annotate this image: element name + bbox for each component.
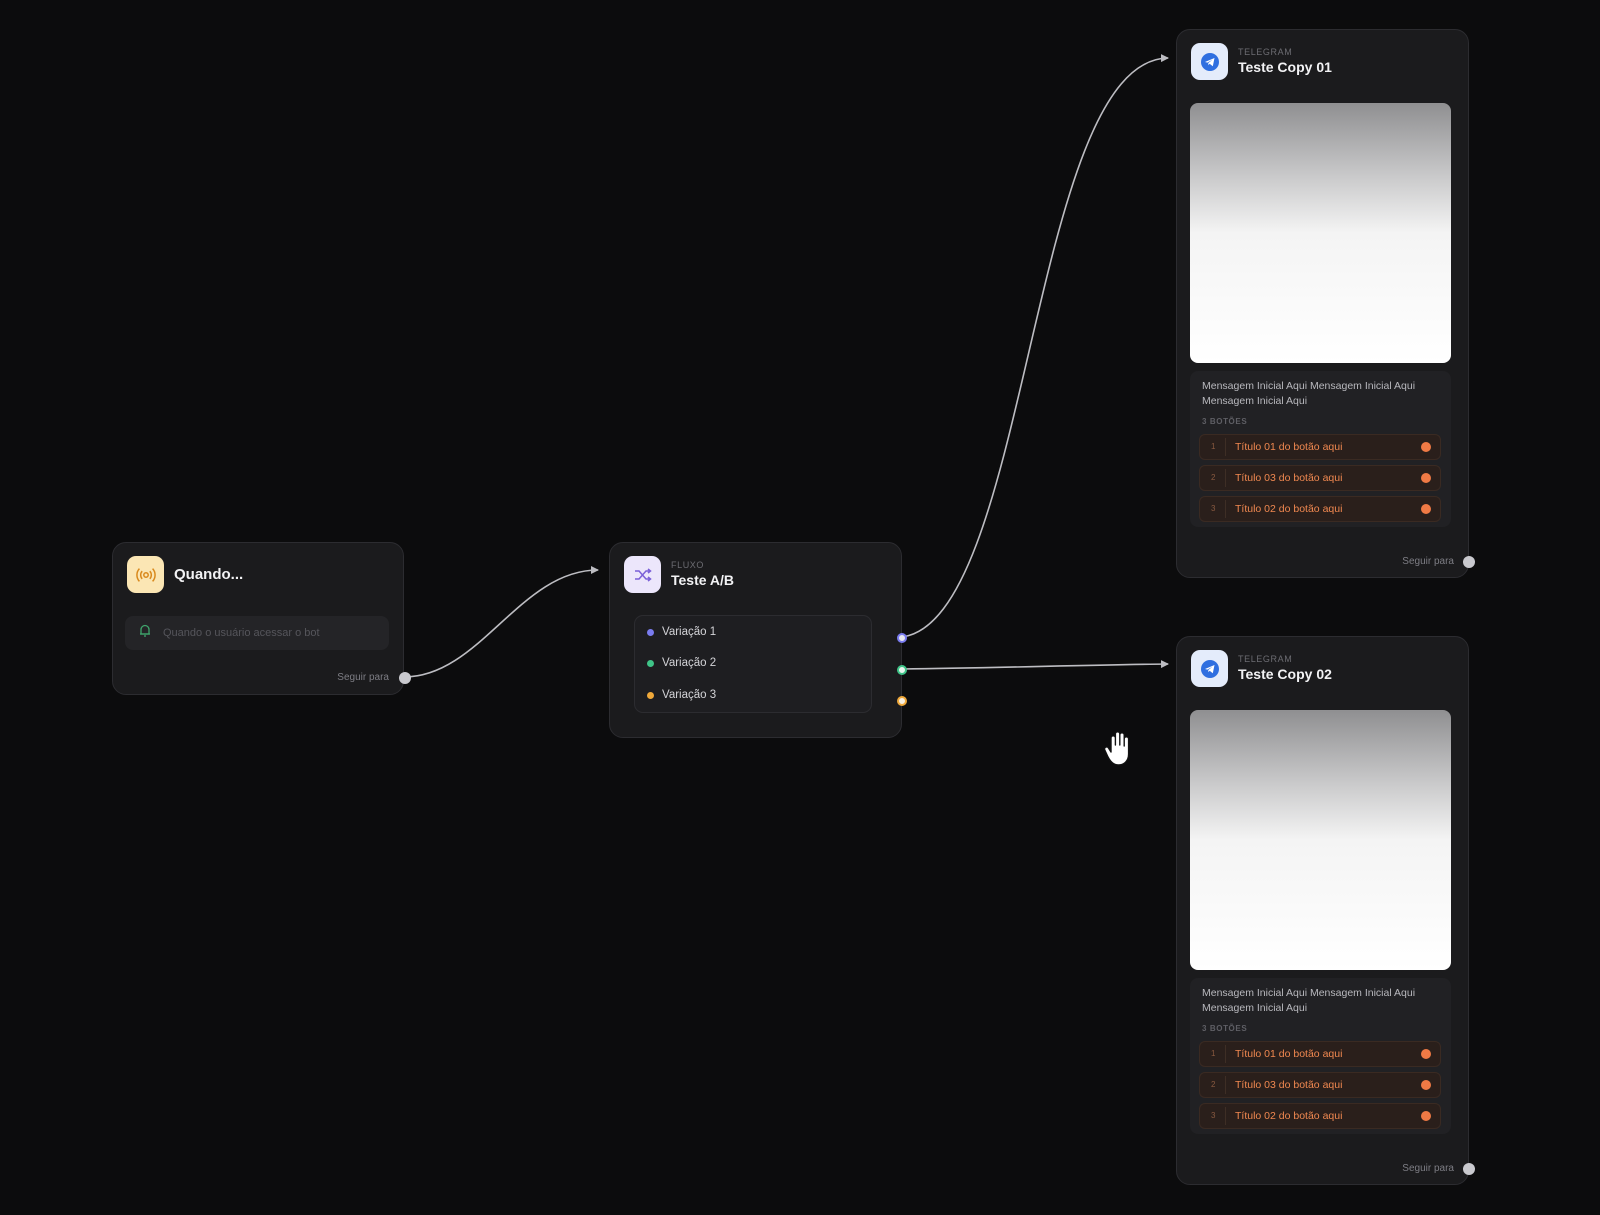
variation-1-dot <box>647 628 654 636</box>
bell-icon <box>139 624 151 642</box>
trigger-follow-label: Seguir para <box>337 672 389 683</box>
buttons-count: 3 BOTÕES <box>1202 417 1248 426</box>
button-label: Título 02 do botão aqui <box>1235 1110 1343 1122</box>
variation-item[interactable]: Variação 1 <box>647 626 716 638</box>
trigger-node-title: Quando... <box>174 565 244 583</box>
ab-test-node[interactable]: FLUXO Teste A/B Variação 1 Variação 2 Va… <box>609 542 907 738</box>
grab-hand-icon <box>1102 728 1138 773</box>
variation-3-output-port[interactable] <box>897 696 907 706</box>
telegram-node-header: TELEGRAM Teste Copy 02 <box>1191 650 1332 687</box>
telegram-node-copy-01[interactable]: TELEGRAM Teste Copy 01 Mensagem Inicial … <box>1176 29 1475 578</box>
ab-test-node-header: FLUXO Teste A/B <box>624 556 734 593</box>
ab-test-node-kind: FLUXO <box>671 560 705 570</box>
telegram-follow-label: Seguir para <box>1402 556 1454 567</box>
button-number: 3 <box>1211 1107 1228 1125</box>
telegram-output-port[interactable] <box>1463 1163 1475 1175</box>
trigger-node-header: Quando... <box>127 556 243 593</box>
variation-1-output-port[interactable] <box>897 633 907 643</box>
trigger-condition-text: Quando o usuário acessar o bot <box>163 627 320 639</box>
telegram-node-kind: TELEGRAM <box>1238 654 1293 664</box>
variation-list: Variação 1 Variação 2 Variação 3 <box>634 615 872 713</box>
telegram-node-kind: TELEGRAM <box>1238 47 1293 57</box>
message-button[interactable]: 3 Título 02 do botão aqui <box>1199 496 1441 522</box>
trigger-node[interactable]: Quando... Quando o usuário acessar o bot… <box>112 542 411 695</box>
telegram-node-title: Teste Copy 02 <box>1238 666 1332 682</box>
variation-label: Variação 3 <box>662 689 717 701</box>
variation-item[interactable]: Variação 2 <box>647 657 716 669</box>
variation-label: Variação 1 <box>662 626 717 638</box>
edge-variation-1-to-copy-01 <box>901 54 1169 638</box>
message-box: Mensagem Inicial Aqui Mensagem Inicial A… <box>1190 371 1451 527</box>
ab-test-node-title: Teste A/B <box>671 572 735 588</box>
variation-item[interactable]: Variação 3 <box>647 689 716 701</box>
edge-variation-2-to-copy-02 <box>901 660 1169 670</box>
message-button[interactable]: 1 Título 01 do botão aqui <box>1199 434 1441 460</box>
message-button[interactable]: 3 Título 02 do botão aqui <box>1199 1103 1441 1129</box>
message-box: Mensagem Inicial Aqui Mensagem Inicial A… <box>1190 978 1451 1134</box>
button-label: Título 03 do botão aqui <box>1235 472 1343 484</box>
media-preview <box>1190 710 1451 970</box>
variation-2-output-port[interactable] <box>897 665 907 675</box>
button-number: 1 <box>1211 438 1228 456</box>
button-output-port[interactable] <box>1421 1080 1431 1090</box>
message-text: Mensagem Inicial Aqui Mensagem Inicial A… <box>1202 987 1416 1014</box>
trigger-condition-field[interactable]: Quando o usuário acessar o bot <box>125 616 389 650</box>
flow-canvas[interactable]: Quando... Quando o usuário acessar o bot… <box>0 0 1600 1215</box>
button-output-port[interactable] <box>1421 473 1431 483</box>
button-number: 3 <box>1211 500 1228 518</box>
buttons-count: 3 BOTÕES <box>1202 1024 1248 1033</box>
button-number: 2 <box>1211 469 1228 487</box>
message-button[interactable]: 2 Título 03 do botão aqui <box>1199 465 1441 491</box>
button-number: 1 <box>1211 1045 1228 1063</box>
telegram-node-copy-02[interactable]: TELEGRAM Teste Copy 02 Mensagem Inicial … <box>1176 636 1475 1185</box>
broadcast-icon <box>127 556 164 593</box>
message-button[interactable]: 1 Título 01 do botão aqui <box>1199 1041 1441 1067</box>
variation-3-dot <box>647 691 654 699</box>
button-label: Título 01 do botão aqui <box>1235 1048 1343 1060</box>
button-number: 2 <box>1211 1076 1228 1094</box>
shuffle-icon <box>624 556 661 593</box>
telegram-node-header: TELEGRAM Teste Copy 01 <box>1191 43 1332 80</box>
button-output-port[interactable] <box>1421 1049 1431 1059</box>
telegram-icon <box>1191 43 1228 80</box>
button-output-port[interactable] <box>1421 442 1431 452</box>
variation-2-dot <box>647 659 654 667</box>
button-output-port[interactable] <box>1421 1111 1431 1121</box>
telegram-node-title: Teste Copy 01 <box>1238 59 1332 75</box>
media-preview <box>1190 103 1451 363</box>
variation-label: Variação 2 <box>662 657 717 669</box>
message-button[interactable]: 2 Título 03 do botão aqui <box>1199 1072 1441 1098</box>
telegram-output-port[interactable] <box>1463 556 1475 568</box>
telegram-follow-label: Seguir para <box>1402 1163 1454 1174</box>
button-label: Título 02 do botão aqui <box>1235 503 1343 515</box>
edge-trigger-to-ab <box>403 566 599 678</box>
telegram-icon <box>1191 650 1228 687</box>
button-label: Título 01 do botão aqui <box>1235 441 1343 453</box>
button-label: Título 03 do botão aqui <box>1235 1079 1343 1091</box>
trigger-output-port[interactable] <box>399 672 411 684</box>
button-output-port[interactable] <box>1421 504 1431 514</box>
message-text: Mensagem Inicial Aqui Mensagem Inicial A… <box>1202 380 1416 407</box>
